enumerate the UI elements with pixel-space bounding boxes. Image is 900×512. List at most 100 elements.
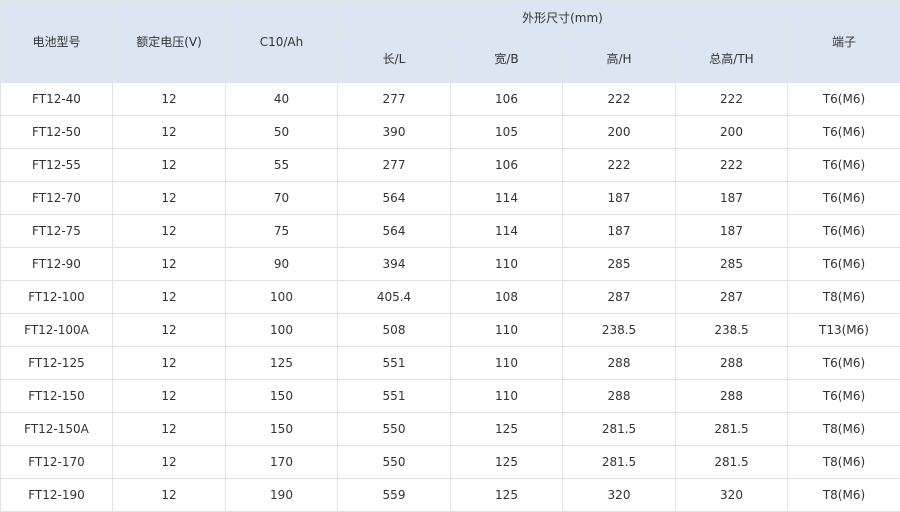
cell-total-height: 238.5 — [676, 314, 788, 347]
cell-capacity: 190 — [226, 479, 338, 512]
cell-width: 108 — [451, 281, 563, 314]
cell-total-height: 222 — [676, 83, 788, 116]
table-row: FT12-701270564114187187T6(M6) — [1, 182, 900, 215]
cell-terminal: T8(M6) — [788, 281, 900, 314]
cell-width: 106 — [451, 83, 563, 116]
cell-height: 288 — [563, 347, 676, 380]
cell-terminal: T8(M6) — [788, 479, 900, 512]
cell-voltage: 12 — [113, 83, 226, 116]
table-row: FT12-12512125551110288288T6(M6) — [1, 347, 900, 380]
table-row: FT12-401240277106222222T6(M6) — [1, 83, 900, 116]
cell-width: 106 — [451, 149, 563, 182]
cell-voltage: 12 — [113, 413, 226, 446]
header-dimensions: 外形尺寸(mm) — [338, 1, 788, 34]
cell-model: FT12-40 — [1, 83, 113, 116]
cell-capacity: 125 — [226, 347, 338, 380]
cell-voltage: 12 — [113, 347, 226, 380]
header-length: 长/L — [338, 34, 451, 83]
cell-total-height: 200 — [676, 116, 788, 149]
cell-total-height: 187 — [676, 182, 788, 215]
header-height: 高/H — [563, 34, 676, 83]
cell-length: 551 — [338, 347, 451, 380]
cell-total-height: 288 — [676, 347, 788, 380]
cell-voltage: 12 — [113, 314, 226, 347]
cell-height: 187 — [563, 182, 676, 215]
cell-total-height: 320 — [676, 479, 788, 512]
cell-terminal: T6(M6) — [788, 83, 900, 116]
cell-terminal: T6(M6) — [788, 347, 900, 380]
cell-model: FT12-90 — [1, 248, 113, 281]
cell-total-height: 287 — [676, 281, 788, 314]
cell-capacity: 150 — [226, 380, 338, 413]
cell-model: FT12-190 — [1, 479, 113, 512]
header-voltage: 额定电压(V) — [113, 1, 226, 83]
cell-capacity: 90 — [226, 248, 338, 281]
table-row: FT12-100A12100508110238.5238.5T13(M6) — [1, 314, 900, 347]
table-header: 电池型号 额定电压(V) C10/Ah 外形尺寸(mm) 端子 长/L 宽/B … — [1, 1, 900, 83]
cell-model: FT12-70 — [1, 182, 113, 215]
table-row: FT12-17012170550125281.5281.5T8(M6) — [1, 446, 900, 479]
header-model: 电池型号 — [1, 1, 113, 83]
cell-total-height: 285 — [676, 248, 788, 281]
table-row: FT12-551255277106222222T6(M6) — [1, 149, 900, 182]
cell-height: 238.5 — [563, 314, 676, 347]
cell-length: 394 — [338, 248, 451, 281]
cell-total-height: 281.5 — [676, 446, 788, 479]
cell-width: 105 — [451, 116, 563, 149]
cell-model: FT12-50 — [1, 116, 113, 149]
cell-length: 508 — [338, 314, 451, 347]
header-width: 宽/B — [451, 34, 563, 83]
cell-capacity: 100 — [226, 281, 338, 314]
cell-terminal: T8(M6) — [788, 446, 900, 479]
table-row: FT12-150A12150550125281.5281.5T8(M6) — [1, 413, 900, 446]
cell-height: 320 — [563, 479, 676, 512]
cell-voltage: 12 — [113, 479, 226, 512]
cell-terminal: T8(M6) — [788, 413, 900, 446]
table-row: FT12-15012150551110288288T6(M6) — [1, 380, 900, 413]
cell-width: 110 — [451, 248, 563, 281]
cell-model: FT12-125 — [1, 347, 113, 380]
cell-width: 125 — [451, 413, 563, 446]
cell-height: 187 — [563, 215, 676, 248]
cell-height: 285 — [563, 248, 676, 281]
cell-width: 114 — [451, 182, 563, 215]
cell-model: FT12-75 — [1, 215, 113, 248]
cell-height: 200 — [563, 116, 676, 149]
header-capacity: C10/Ah — [226, 1, 338, 83]
cell-voltage: 12 — [113, 380, 226, 413]
cell-voltage: 12 — [113, 446, 226, 479]
cell-terminal: T6(M6) — [788, 248, 900, 281]
cell-terminal: T6(M6) — [788, 215, 900, 248]
cell-width: 125 — [451, 446, 563, 479]
cell-voltage: 12 — [113, 281, 226, 314]
table-row: FT12-901290394110285285T6(M6) — [1, 248, 900, 281]
cell-length: 550 — [338, 413, 451, 446]
cell-total-height: 187 — [676, 215, 788, 248]
cell-length: 277 — [338, 149, 451, 182]
cell-width: 110 — [451, 347, 563, 380]
cell-length: 564 — [338, 215, 451, 248]
cell-length: 551 — [338, 380, 451, 413]
table-row: FT12-10012100405.4108287287T8(M6) — [1, 281, 900, 314]
cell-capacity: 170 — [226, 446, 338, 479]
table-row: FT12-19012190559125320320T8(M6) — [1, 479, 900, 512]
cell-capacity: 40 — [226, 83, 338, 116]
cell-model: FT12-150 — [1, 380, 113, 413]
cell-capacity: 150 — [226, 413, 338, 446]
cell-voltage: 12 — [113, 149, 226, 182]
cell-height: 222 — [563, 149, 676, 182]
cell-voltage: 12 — [113, 182, 226, 215]
cell-capacity: 55 — [226, 149, 338, 182]
cell-width: 110 — [451, 380, 563, 413]
cell-voltage: 12 — [113, 215, 226, 248]
cell-terminal: T6(M6) — [788, 149, 900, 182]
cell-capacity: 50 — [226, 116, 338, 149]
cell-voltage: 12 — [113, 248, 226, 281]
cell-height: 287 — [563, 281, 676, 314]
cell-width: 125 — [451, 479, 563, 512]
cell-total-height: 281.5 — [676, 413, 788, 446]
cell-width: 110 — [451, 314, 563, 347]
cell-terminal: T6(M6) — [788, 116, 900, 149]
cell-length: 390 — [338, 116, 451, 149]
table-row: FT12-501250390105200200T6(M6) — [1, 116, 900, 149]
